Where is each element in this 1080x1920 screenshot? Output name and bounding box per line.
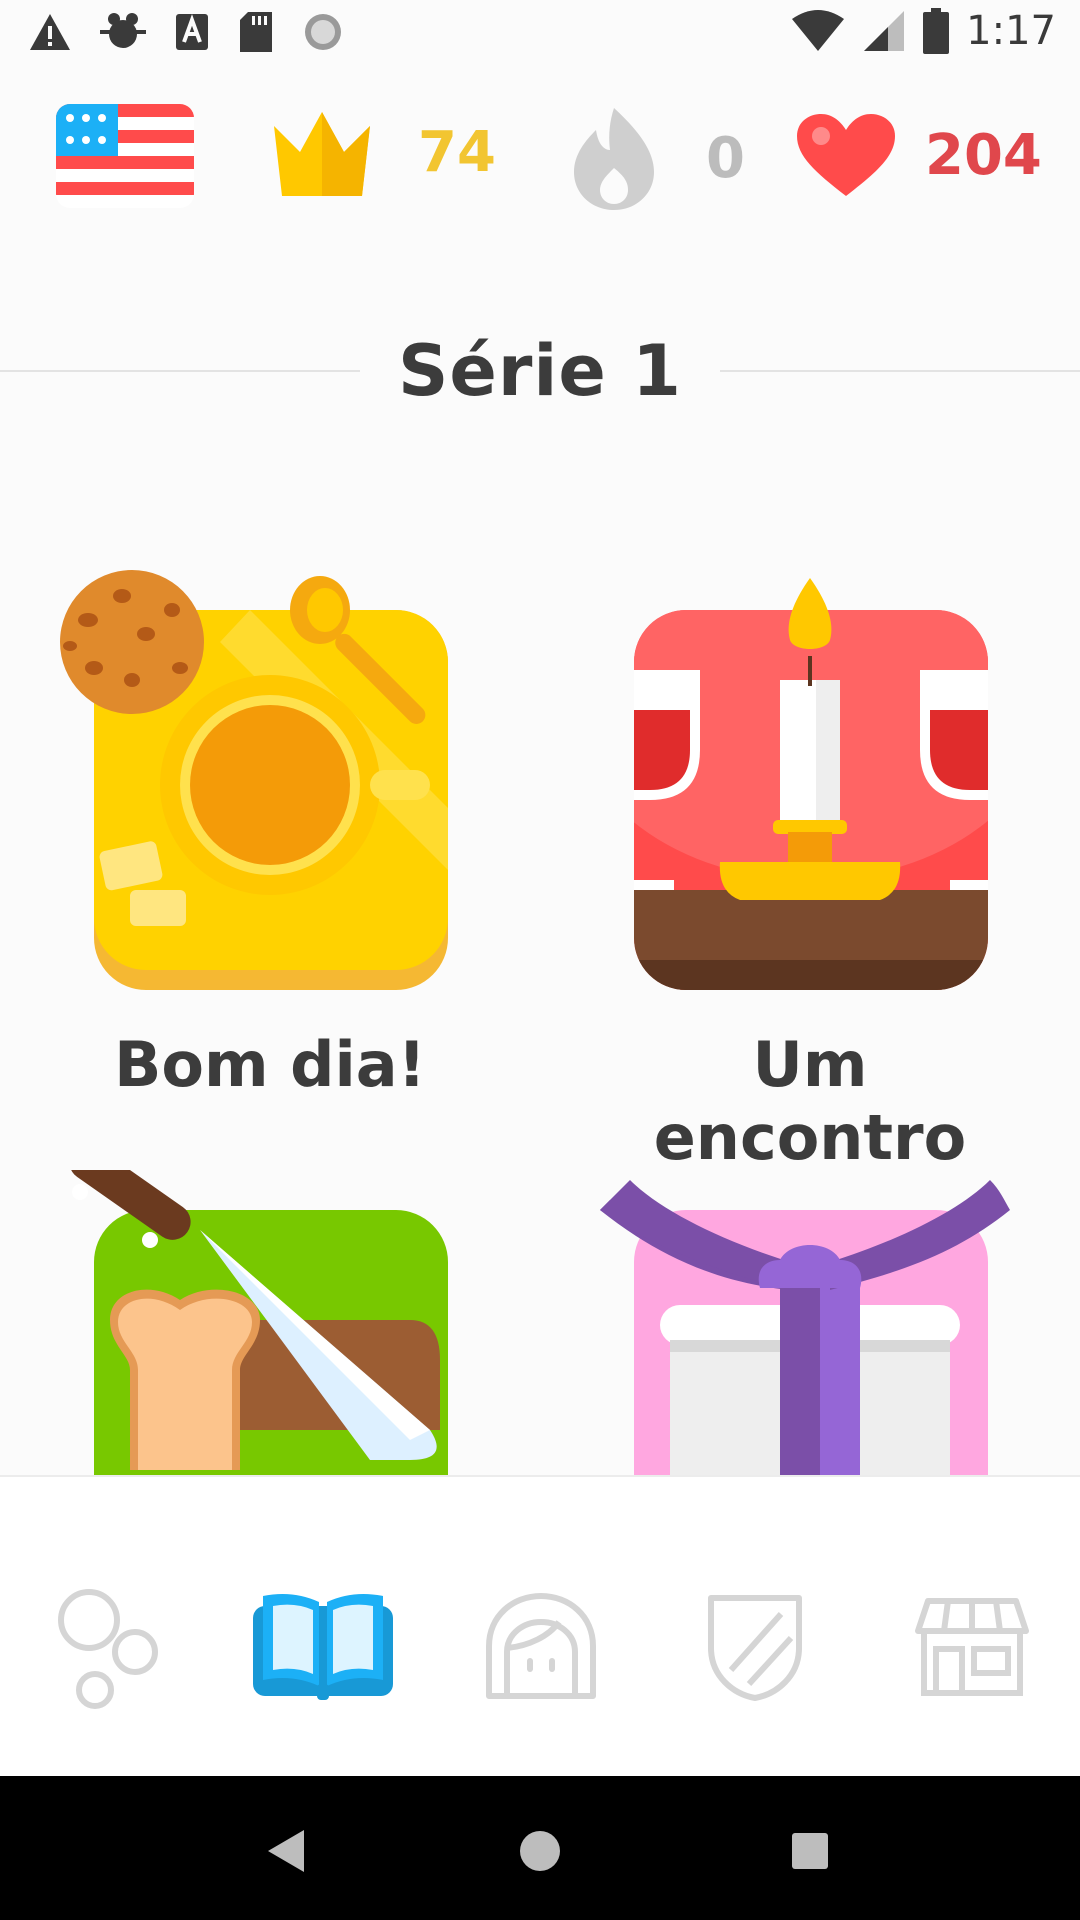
skill-bom-dia[interactable]: Bom dia! xyxy=(50,570,490,1110)
language-selector[interactable] xyxy=(56,104,194,208)
section-header: Série 1 xyxy=(0,330,1080,412)
battery-icon xyxy=(923,8,950,54)
cell-signal-icon xyxy=(864,11,905,51)
sd-card-icon xyxy=(240,12,272,52)
crowns-stat[interactable]: 74 xyxy=(266,106,496,198)
nav-shop[interactable] xyxy=(897,1572,1047,1722)
nav-leaderboard[interactable] xyxy=(680,1572,830,1722)
nav-profile[interactable] xyxy=(466,1572,616,1722)
recents-icon[interactable] xyxy=(775,1816,845,1886)
nav-learn[interactable] xyxy=(248,1572,398,1722)
coffee-cup-icon xyxy=(60,570,448,990)
wifi-icon xyxy=(792,10,845,51)
heart-icon xyxy=(797,114,895,196)
section-title: Série 1 xyxy=(398,330,682,412)
text-a-icon xyxy=(176,14,208,50)
profile-icon xyxy=(486,1593,596,1699)
status-time: 1:17 xyxy=(966,8,1056,54)
shop-icon xyxy=(915,1598,1029,1696)
skill-gift[interactable] xyxy=(590,1170,1030,1475)
streak-flame-icon xyxy=(574,108,654,210)
nav-bubbles[interactable] xyxy=(35,1572,185,1722)
streak-stat[interactable]: 0 xyxy=(570,104,745,212)
candle-dinner-icon xyxy=(634,578,988,990)
streak-count: 0 xyxy=(706,125,745,191)
flag-us-icon xyxy=(56,104,194,208)
sync-icon xyxy=(305,14,341,50)
skill-label: Um encontro xyxy=(653,1028,967,1174)
bottom-navigation xyxy=(0,1475,1080,1777)
gift-box-icon xyxy=(600,1180,1010,1475)
top-stats-bar: 74 0 204 xyxy=(0,90,1080,230)
home-icon[interactable] xyxy=(505,1816,575,1886)
crown-icon xyxy=(274,112,370,196)
skill-um-encontro[interactable]: Um encontro xyxy=(590,570,1030,1174)
warning-icon xyxy=(30,14,70,50)
shield-icon xyxy=(708,1595,802,1701)
crowns-count: 74 xyxy=(418,119,496,185)
bread-knife-icon xyxy=(69,1170,448,1475)
bug-icon xyxy=(100,13,146,48)
book-icon xyxy=(253,1594,393,1700)
skill-label: Bom dia! xyxy=(114,1028,426,1101)
hearts-count: 204 xyxy=(925,122,1042,188)
hearts-stat[interactable]: 204 xyxy=(795,112,1042,198)
status-right-icons: 1:17 xyxy=(790,8,1056,54)
status-left-icons xyxy=(28,10,344,54)
back-icon[interactable] xyxy=(250,1816,320,1886)
system-navigation-bar xyxy=(0,1776,1080,1920)
bubbles-icon xyxy=(58,1589,158,1709)
skill-bread[interactable] xyxy=(50,1170,490,1475)
status-bar: 1:17 xyxy=(0,0,1080,72)
